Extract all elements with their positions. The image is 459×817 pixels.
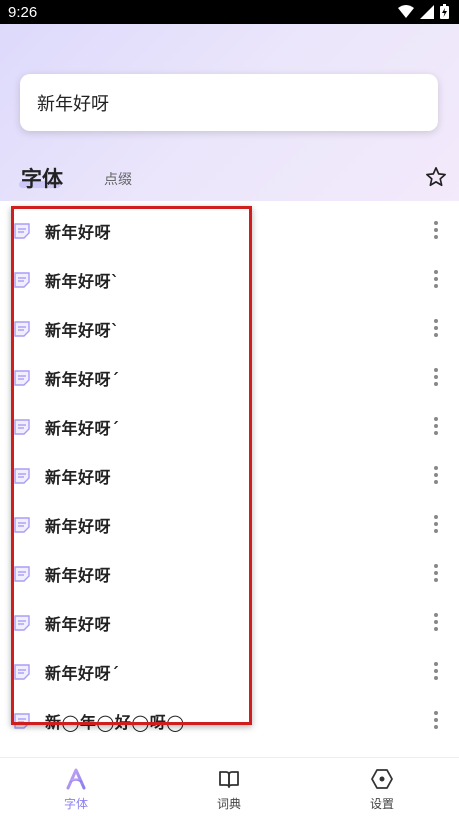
more-vertical-icon[interactable] [428, 514, 444, 534]
status-time: 9:26 [8, 4, 38, 21]
status-icons [398, 4, 449, 19]
more-vertical-icon[interactable] [428, 710, 444, 730]
list-item-label: 新年好呀ˊ [45, 664, 120, 683]
text-input-value: 新年好呀 [37, 93, 109, 115]
font-a-icon [66, 768, 86, 790]
note-icon [14, 664, 30, 680]
list-item[interactable]: 新年好呀 [0, 598, 459, 647]
list-item[interactable]: 新年好呀 [0, 206, 459, 255]
more-vertical-icon[interactable] [428, 220, 444, 240]
more-vertical-icon[interactable] [428, 367, 444, 387]
nav-label-dictionary: 词典 [216, 797, 241, 811]
list-item-label: 新年好呀ˊ [45, 370, 120, 389]
nav-item-font[interactable]: 字体 [36, 768, 116, 812]
list-item-label: 新年好呀 [45, 615, 112, 634]
bottom-nav: 字体 词典 设置 [0, 757, 459, 817]
nav-label-font: 字体 [63, 797, 88, 811]
list-item[interactable]: 新年好呀 [0, 500, 459, 549]
list-item-label: 新◯年◯好◯呀◯ [45, 713, 185, 732]
note-icon [14, 419, 30, 435]
more-vertical-icon[interactable] [428, 661, 444, 681]
note-icon [14, 321, 30, 337]
list-item[interactable]: 新年好呀ˊ [0, 402, 459, 451]
list-item[interactable]: 新年好呀 [0, 549, 459, 598]
list-item-label: 新年好呀 [45, 223, 112, 242]
note-icon [14, 223, 30, 239]
star-icon[interactable] [425, 166, 447, 188]
note-icon [14, 272, 30, 288]
note-icon [14, 468, 30, 484]
nav-item-settings[interactable]: 设置 [342, 768, 422, 812]
nav-item-dictionary[interactable]: 词典 [189, 768, 269, 812]
signal-icon [420, 4, 434, 19]
note-icon [14, 713, 30, 729]
list-item-label: 新年好呀ˋ [45, 272, 120, 291]
list-item[interactable]: 新年好呀ˊ [0, 647, 459, 696]
note-icon [14, 615, 30, 631]
list-item-label: 新年好呀ˊ [45, 419, 120, 438]
list-item-label: 新年好呀 [45, 468, 112, 487]
list-item[interactable]: 新◯年◯好◯呀◯ [0, 696, 459, 745]
more-vertical-icon[interactable] [428, 465, 444, 485]
note-icon [14, 370, 30, 386]
list-item-label: 新年好呀ˋ [45, 321, 120, 340]
settings-hex-icon [371, 769, 393, 789]
wifi-icon [398, 4, 414, 18]
book-icon [219, 771, 239, 788]
text-input[interactable]: 新年好呀 [20, 74, 438, 131]
more-vertical-icon[interactable] [428, 269, 444, 289]
battery-icon [440, 4, 449, 19]
more-vertical-icon[interactable] [428, 612, 444, 632]
list-item-label: 新年好呀 [45, 566, 112, 585]
list-item[interactable]: 新年好呀ˊ [0, 353, 459, 402]
status-bar: 9:26 [0, 0, 459, 24]
list-item-label: 新年好呀 [45, 517, 112, 536]
more-vertical-icon[interactable] [428, 563, 444, 583]
more-vertical-icon[interactable] [428, 416, 444, 436]
tab-decor[interactable]: 点缀 [104, 169, 132, 189]
note-icon [14, 517, 30, 533]
list-item[interactable]: 新年好呀 [0, 451, 459, 500]
more-vertical-icon[interactable] [428, 318, 444, 338]
nav-label-settings: 设置 [369, 797, 394, 811]
note-icon [14, 566, 30, 582]
tab-font[interactable]: 字体 [21, 163, 63, 193]
list-item[interactable]: 新年好呀ˋ [0, 255, 459, 304]
list-item[interactable]: 新年好呀ˋ [0, 304, 459, 353]
